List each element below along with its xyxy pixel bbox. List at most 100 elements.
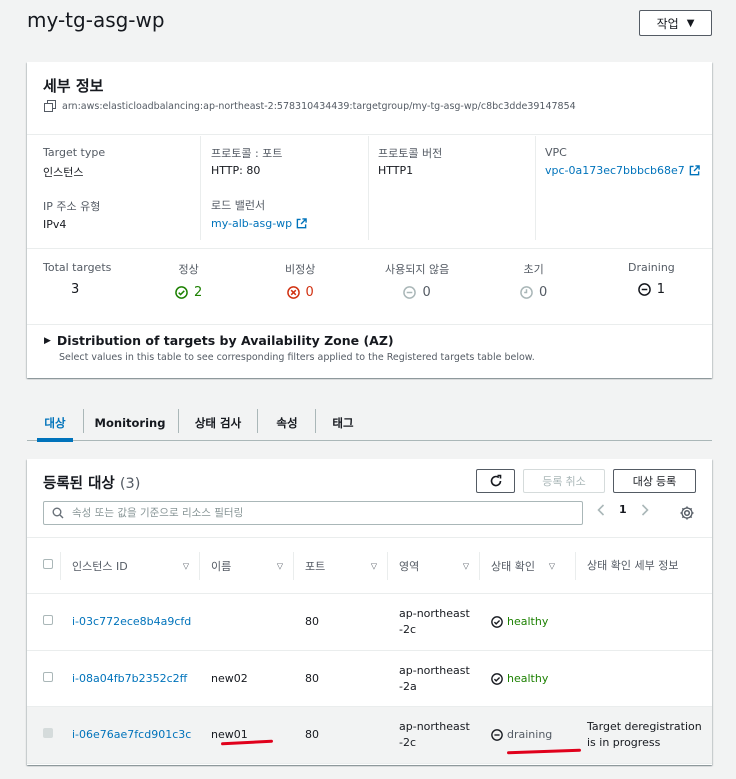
ip-type-label: IP 주소 유형	[43, 200, 101, 213]
col-instance-id[interactable]: 인스턴스 ID ▽	[60, 537, 199, 594]
protocol-port-label: 프로토콜 : 포트	[211, 147, 283, 160]
stat-initial-value-row: 0	[520, 285, 547, 300]
vpc-link[interactable]: vpc-0a173ec7bbbcb68e7	[545, 164, 700, 177]
stat-healthy-value-row: 2	[175, 285, 202, 300]
stat-draining[interactable]: Draining 1	[628, 261, 675, 297]
row-health-details	[575, 650, 712, 707]
stat-unused[interactable]: 사용되지 않음 0	[385, 261, 449, 300]
search-input[interactable]	[72, 507, 552, 519]
row-zone: ap-northeast-2c	[387, 706, 479, 764]
row-port: 80	[293, 706, 387, 764]
stat-healthy[interactable]: 정상 2	[175, 261, 202, 300]
table-row[interactable]: i-03c772ece8b4a9cfd 80 ap-northeast-2c h…	[27, 593, 712, 651]
targets-table: 인스턴스 ID ▽ 이름 ▽ 포트 ▽ 영역 ▽ 상태 확인 ▽ 상태 확인 세부 정보 …	[27, 537, 712, 764]
stat-draining-value-row: 1	[628, 282, 675, 297]
tab-health-checks[interactable]: 상태 검사	[183, 405, 253, 441]
stat-unused-value: 0	[422, 285, 431, 300]
col-health-details: 상태 확인 세부 정보	[575, 537, 712, 594]
protocol-port-value: HTTP: 80	[211, 164, 261, 177]
row-health-text: draining	[507, 728, 553, 741]
search-box[interactable]	[43, 501, 583, 525]
tab-attributes[interactable]: 속성	[261, 405, 313, 441]
stat-total-value: 3	[71, 282, 80, 297]
x-circle-icon	[286, 286, 300, 299]
registered-targets-title: 등록된 대상 (3)	[43, 472, 140, 493]
ip-type-value: IPv4	[43, 218, 67, 231]
load-balancer-link-text: my-alb-asg-wp	[211, 217, 293, 230]
vpc-link-text: vpc-0a173ec7bbbcb68e7	[545, 164, 685, 177]
col-health[interactable]: 상태 확인 ▽	[479, 537, 575, 594]
select-all-cell	[27, 537, 60, 594]
table-header-row: 인스턴스 ID ▽ 이름 ▽ 포트 ▽ 영역 ▽ 상태 확인 ▽ 상태 확인 세부 정보	[27, 537, 712, 594]
column-divider	[535, 136, 536, 240]
col-health-details-label: 상태 확인 세부 정보	[587, 558, 679, 572]
stat-unhealthy-value: 0	[305, 285, 314, 300]
stat-total: Total targets 3	[43, 261, 111, 297]
col-zone-label: 영역	[399, 559, 420, 573]
row-name: new02	[199, 650, 293, 707]
target-type-value: 인스턴스	[43, 166, 84, 179]
stat-initial-value: 0	[539, 285, 548, 300]
row-name	[199, 593, 293, 651]
row-checkbox[interactable]	[43, 671, 53, 682]
stat-unhealthy-value-row: 0	[285, 285, 315, 300]
stat-healthy-value: 2	[194, 285, 203, 300]
stat-healthy-label: 정상	[178, 263, 199, 276]
tab-targets[interactable]: 대상	[33, 405, 77, 442]
stat-initial-label: 초기	[523, 263, 544, 276]
actions-button[interactable]: 작업 ▼	[639, 10, 712, 36]
tab-divider	[315, 409, 316, 433]
chevron-right-icon[interactable]	[641, 503, 649, 516]
col-zone[interactable]: 영역 ▽	[387, 537, 479, 594]
row-health-text: healthy	[507, 671, 549, 685]
row-checkbox[interactable]	[43, 728, 53, 738]
col-name[interactable]: 이름 ▽	[199, 537, 293, 594]
tab-monitoring[interactable]: Monitoring	[87, 405, 173, 441]
col-port[interactable]: 포트 ▽	[293, 537, 387, 594]
stat-total-label: Total targets	[43, 261, 112, 274]
arn-text: arn:aws:elasticloadbalancing:ap-northeas…	[62, 100, 576, 112]
select-all-checkbox[interactable]	[43, 559, 53, 569]
tab-divider	[257, 409, 258, 433]
check-circle-icon	[175, 286, 188, 299]
stats-separator	[27, 248, 712, 249]
clock-icon	[520, 286, 533, 299]
copy-icon[interactable]	[44, 100, 56, 112]
sort-icon: ▽	[276, 561, 283, 570]
table-row[interactable]: i-08a04fb7b2352c2ff new02 80 ap-northeas…	[27, 650, 712, 707]
gear-icon[interactable]	[679, 505, 695, 521]
stat-initial[interactable]: 초기 0	[520, 261, 547, 300]
stat-unhealthy[interactable]: 비정상 0	[285, 261, 315, 300]
instance-id-link[interactable]: i-06e76ae7fcd901c3c	[72, 728, 191, 741]
row-zone: ap-northeast-2a	[387, 650, 479, 707]
caret-down-icon: ▼	[686, 17, 695, 29]
column-divider	[200, 136, 201, 240]
table-row[interactable]: i-06e76ae7fcd901c3c new01 80 ap-northeas…	[27, 706, 712, 764]
minus-circle-icon	[491, 729, 503, 741]
instance-id-link[interactable]: i-03c772ece8b4a9cfd	[72, 615, 191, 628]
row-checkbox[interactable]	[43, 615, 53, 625]
row-port: 80	[293, 650, 387, 707]
row-health-text: healthy	[507, 615, 549, 628]
row-health-details: Target deregistration is in progress	[575, 706, 712, 764]
chevron-left-icon[interactable]	[597, 503, 605, 516]
sort-icon: ▽	[370, 561, 377, 570]
tab-tags[interactable]: 태그	[319, 405, 367, 441]
row-name: new01	[199, 706, 293, 764]
instance-id-link[interactable]: i-08a04fb7b2352c2ff	[72, 672, 187, 685]
register-targets-button[interactable]: 대상 등록	[613, 469, 696, 493]
arn-row: arn:aws:elasticloadbalancing:ap-northeas…	[44, 100, 576, 112]
details-panel: 세부 정보 arn:aws:elasticloadbalancing:ap-no…	[27, 62, 712, 378]
protocol-version-label: 프로토콜 버전	[378, 147, 443, 160]
refresh-button[interactable]	[476, 469, 515, 493]
sort-icon: ▽	[182, 561, 189, 570]
external-link-icon	[689, 165, 700, 176]
page-number[interactable]: 1	[619, 503, 627, 516]
az-expander[interactable]: ▶ Distribution of targets by Availabilit…	[44, 333, 394, 348]
load-balancer-link[interactable]: my-alb-asg-wp	[211, 217, 307, 230]
tab-divider	[83, 409, 84, 433]
az-subtitle: Select values in this table to see corre…	[59, 352, 535, 363]
deregister-button[interactable]: 등록 취소	[523, 469, 605, 493]
tab-divider	[178, 409, 179, 433]
page-title: my-tg-asg-wp	[27, 8, 165, 32]
